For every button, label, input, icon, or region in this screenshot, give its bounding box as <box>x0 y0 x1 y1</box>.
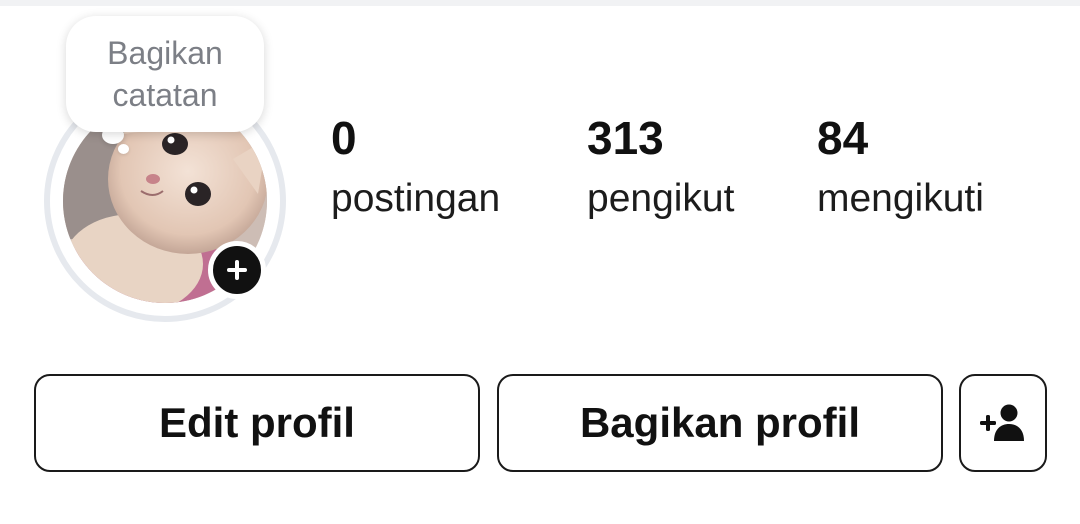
followers-label: pengikut <box>587 177 735 220</box>
posts-count: 0 <box>331 112 357 164</box>
share-profile-label: Bagikan profil <box>579 399 861 446</box>
followers-count: 313 <box>587 112 664 164</box>
following-count: 84 <box>817 112 869 164</box>
posts-label: postingan <box>331 177 501 220</box>
edit-profile-button[interactable]: Edit profil <box>34 374 480 472</box>
edit-profile-label: Edit profil <box>159 399 355 446</box>
plus-icon <box>227 260 247 280</box>
note-placeholder-line1: Bagikan <box>107 35 223 71</box>
stat-posts[interactable]: 0 postingan <box>331 110 500 224</box>
share-profile-button[interactable]: Bagikan profil <box>497 374 943 472</box>
add-story-button[interactable] <box>208 241 266 299</box>
stat-followers[interactable]: 313 pengikut <box>587 110 734 224</box>
note-bubble-tail-small <box>118 144 129 154</box>
note-bubble[interactable]: Bagikan catatan <box>66 16 264 132</box>
add-person-icon <box>980 404 1024 441</box>
status-strip <box>0 0 1080 6</box>
discover-people-button[interactable] <box>959 374 1047 472</box>
stat-following[interactable]: 84 mengikuti <box>817 110 984 224</box>
following-label: mengikuti <box>817 177 984 220</box>
note-placeholder-line2: catatan <box>112 77 218 113</box>
